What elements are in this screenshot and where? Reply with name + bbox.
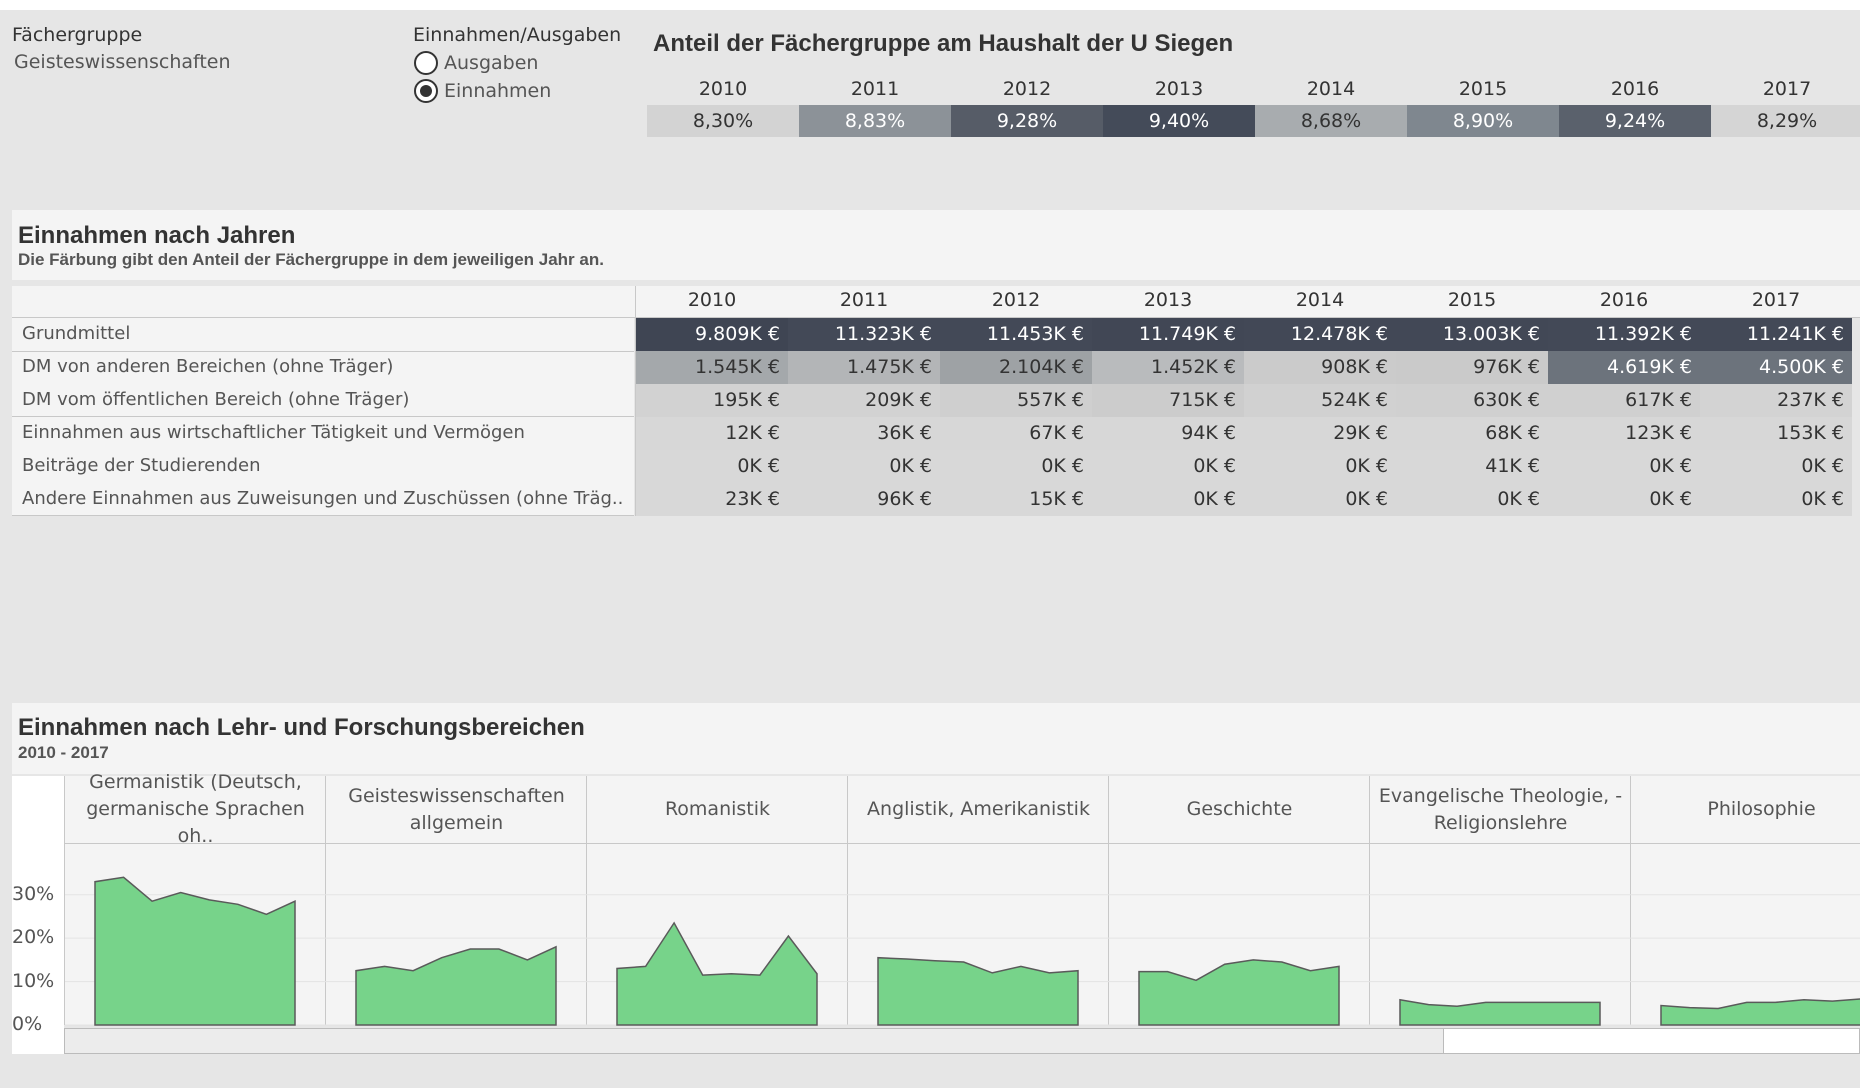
area-series-4[interactable] [1138,959,1340,1026]
dashboard: Fächergruppe Geisteswissenschaften Einna… [0,0,1860,1088]
area-series-0[interactable] [94,876,296,1026]
scrollbar-thumb[interactable] [65,1029,1444,1053]
area-series-3[interactable] [877,956,1079,1026]
area-series-6[interactable] [1660,998,1860,1026]
area-series-1[interactable] [355,945,557,1026]
area-chart [65,876,1860,1026]
area-series-5[interactable] [1399,998,1601,1026]
